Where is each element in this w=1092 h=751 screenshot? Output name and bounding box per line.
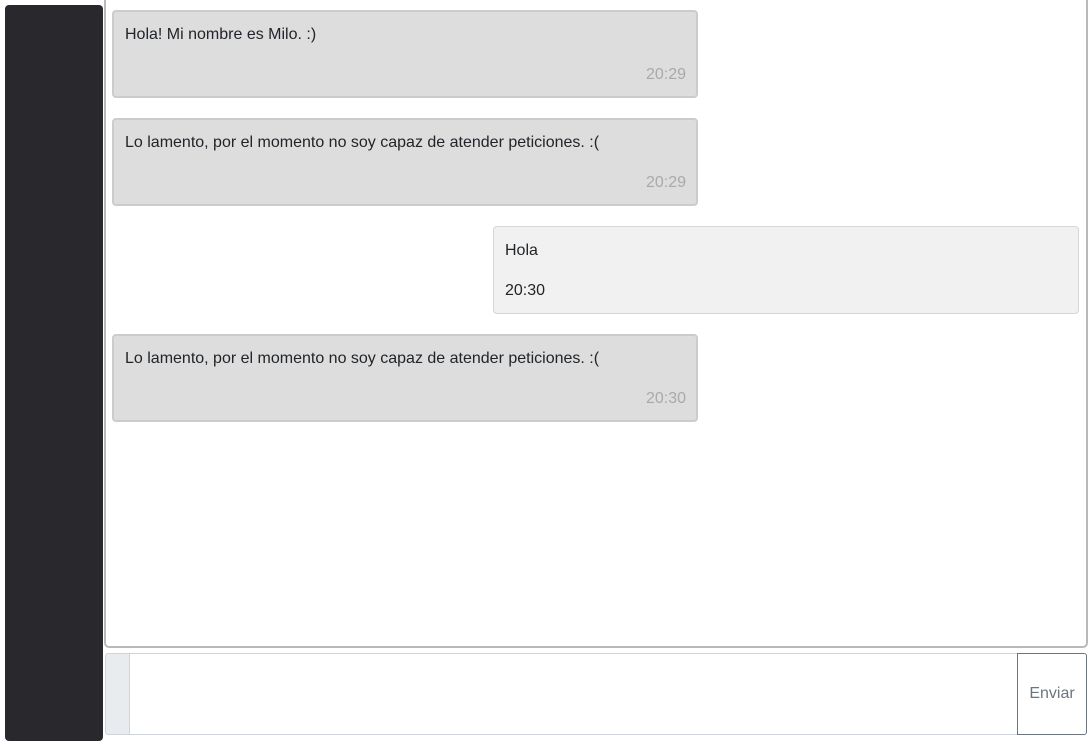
message-text: Hola — [505, 242, 538, 259]
bot-message: Hola! Mi nombre es Milo. :) 20:29 — [112, 10, 698, 98]
send-button[interactable]: Enviar — [1017, 653, 1087, 735]
message-timestamp: 20:30 — [645, 390, 686, 407]
chat-history[interactable]: Hola! Mi nombre es Milo. :) 20:29 Lo lam… — [104, 0, 1088, 648]
message-text: Lo lamento, por el momento no soy capaz … — [125, 134, 600, 151]
bot-message: Lo lamento, por el momento no soy capaz … — [112, 118, 698, 206]
input-prefix — [105, 653, 130, 735]
message-timestamp: 20:30 — [505, 282, 546, 299]
message-text: Lo lamento, por el momento no soy capaz … — [125, 350, 600, 367]
message-timestamp: 20:29 — [645, 66, 686, 83]
message-timestamp: 20:29 — [645, 174, 686, 191]
message-input[interactable] — [129, 653, 1017, 735]
sidebar — [5, 5, 103, 741]
user-message: Hola 20:30 — [493, 226, 1079, 314]
message-composer: Enviar — [105, 653, 1087, 735]
message-text: Hola! Mi nombre es Milo. :) — [125, 26, 317, 43]
bot-message: Lo lamento, por el momento no soy capaz … — [112, 334, 698, 422]
